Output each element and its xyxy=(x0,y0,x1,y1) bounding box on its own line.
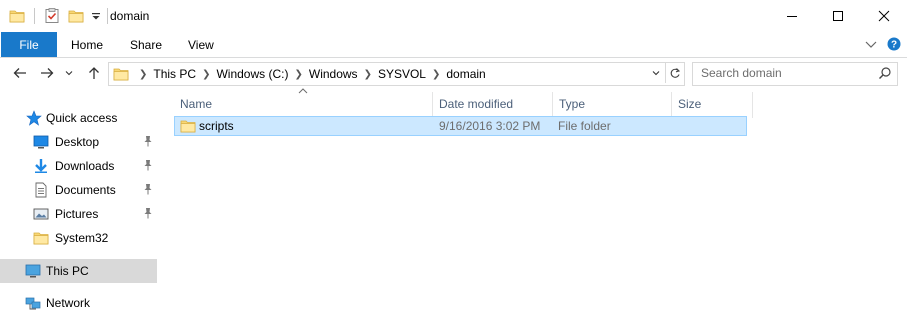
downloads-icon xyxy=(33,158,49,174)
tab-file[interactable]: File xyxy=(1,32,57,57)
folder-icon xyxy=(180,117,196,135)
toolbar-separator xyxy=(107,8,108,24)
search-box xyxy=(692,62,898,86)
breadcrumb-chevron-icon[interactable]: ❯ xyxy=(364,69,372,80)
address-history-button[interactable] xyxy=(647,63,665,83)
folder-icon xyxy=(33,230,49,246)
column-header-name[interactable]: Name xyxy=(174,92,432,116)
nav-item-label: Pictures xyxy=(55,207,99,221)
refresh-button[interactable] xyxy=(665,63,684,83)
nav-item-pictures[interactable]: Pictures xyxy=(0,202,157,226)
nav-item-label: System32 xyxy=(55,231,109,245)
nav-item-quick-access[interactable]: Quick access xyxy=(0,106,157,130)
forward-button[interactable] xyxy=(37,64,57,82)
breadcrumb-chevron-icon[interactable]: ❯ xyxy=(294,69,302,80)
back-button[interactable] xyxy=(10,64,30,82)
chevron-down-icon xyxy=(652,71,660,76)
minimize-icon xyxy=(787,16,797,17)
breadcrumb-this-pc[interactable]: This PC xyxy=(153,67,196,81)
nav-item-label: Quick access xyxy=(46,111,118,125)
tab-share[interactable]: Share xyxy=(130,32,162,57)
back-arrow-icon xyxy=(13,68,26,78)
pin-icon[interactable] xyxy=(141,134,155,148)
desktop-icon xyxy=(33,134,49,150)
maximize-button[interactable] xyxy=(815,0,861,32)
nav-item-label: This PC xyxy=(46,264,89,278)
file-list: Name Date modified Type Size scripts 9/1… xyxy=(160,88,907,315)
breadcrumb-chevron-icon[interactable]: ❯ xyxy=(432,69,440,80)
breadcrumb-chevron-icon[interactable]: ❯ xyxy=(202,69,210,80)
folder-icon[interactable] xyxy=(8,7,26,25)
ribbon-tabs: File Home Share View ? xyxy=(0,32,907,58)
column-divider[interactable] xyxy=(752,92,753,118)
nav-item-documents[interactable]: Documents xyxy=(0,178,157,202)
address-folder-icon xyxy=(113,66,129,82)
nav-item-label: Downloads xyxy=(55,159,115,173)
recent-locations-button[interactable] xyxy=(62,64,76,82)
network-icon xyxy=(25,295,41,311)
up-arrow-icon xyxy=(89,67,99,79)
expand-ribbon-icon[interactable] xyxy=(863,37,879,51)
nav-item-system32[interactable]: System32 xyxy=(0,226,157,250)
toolbar-separator xyxy=(34,8,35,24)
nav-item-this-pc[interactable]: This PC xyxy=(0,259,157,283)
breadcrumb-sysvol[interactable]: SYSVOL xyxy=(378,67,426,81)
quick-access-toolbar xyxy=(8,7,116,25)
properties-icon[interactable] xyxy=(43,7,61,25)
pin-icon[interactable] xyxy=(141,158,155,172)
breadcrumb: ❯ This PC ❯ Windows (C:) ❯ Windows ❯ SYS… xyxy=(109,64,486,84)
nav-item-desktop[interactable]: Desktop xyxy=(0,130,157,154)
address-bar[interactable]: ❯ This PC ❯ Windows (C:) ❯ Windows ❯ SYS… xyxy=(108,62,685,86)
minimize-button[interactable] xyxy=(769,0,815,32)
column-header-type[interactable]: Type xyxy=(553,92,671,116)
address-row: ❯ This PC ❯ Windows (C:) ❯ Windows ❯ SYS… xyxy=(0,58,907,88)
maximize-icon xyxy=(833,11,843,21)
close-button[interactable] xyxy=(861,0,907,32)
pictures-icon xyxy=(33,206,49,222)
pin-icon[interactable] xyxy=(141,206,155,220)
nav-item-label: Documents xyxy=(55,183,116,197)
breadcrumb-chevron-icon[interactable]: ❯ xyxy=(139,69,147,80)
title-bar: domain xyxy=(0,0,907,32)
help-icon[interactable]: ? xyxy=(887,37,901,51)
search-input[interactable] xyxy=(693,63,877,83)
table-row[interactable]: scripts 9/16/2016 3:02 PM File folder xyxy=(174,116,747,136)
up-button[interactable] xyxy=(84,64,104,82)
breadcrumb-windows[interactable]: Windows xyxy=(309,67,358,81)
nav-item-downloads[interactable]: Downloads xyxy=(0,154,157,178)
search-icon[interactable] xyxy=(878,66,892,80)
svg-text:?: ? xyxy=(891,40,897,51)
window-title: domain xyxy=(110,9,150,23)
window-controls xyxy=(769,0,907,32)
file-date-modified: 9/16/2016 3:02 PM xyxy=(439,119,541,133)
documents-icon xyxy=(33,182,49,198)
column-header-date-modified[interactable]: Date modified xyxy=(433,92,552,116)
column-header-size[interactable]: Size xyxy=(672,92,752,116)
nav-item-network[interactable]: Network xyxy=(0,291,157,315)
breadcrumb-domain[interactable]: domain xyxy=(446,67,485,81)
new-folder-icon[interactable] xyxy=(67,7,85,25)
tab-home[interactable]: Home xyxy=(71,32,103,57)
chevron-down-icon xyxy=(65,71,73,76)
file-type: File folder xyxy=(558,119,611,133)
nav-item-label: Network xyxy=(46,296,91,310)
customize-qat-icon[interactable] xyxy=(91,7,101,25)
navigation-pane: Quick access Desktop Downloads Documents… xyxy=(0,92,160,315)
star-icon xyxy=(26,110,42,126)
close-icon xyxy=(878,10,890,22)
forward-arrow-icon xyxy=(41,68,54,78)
ribbon-right-controls: ? xyxy=(863,37,901,51)
refresh-icon xyxy=(670,68,681,78)
file-name: scripts xyxy=(199,119,234,133)
nav-item-label: Desktop xyxy=(55,135,100,149)
breadcrumb-windows-c[interactable]: Windows (C:) xyxy=(216,67,288,81)
this-pc-icon xyxy=(25,263,41,279)
pin-icon[interactable] xyxy=(141,182,155,196)
tab-view[interactable]: View xyxy=(188,32,214,57)
file-explorer-window: domain File Home Share View ? ❯ This PC … xyxy=(0,0,907,315)
